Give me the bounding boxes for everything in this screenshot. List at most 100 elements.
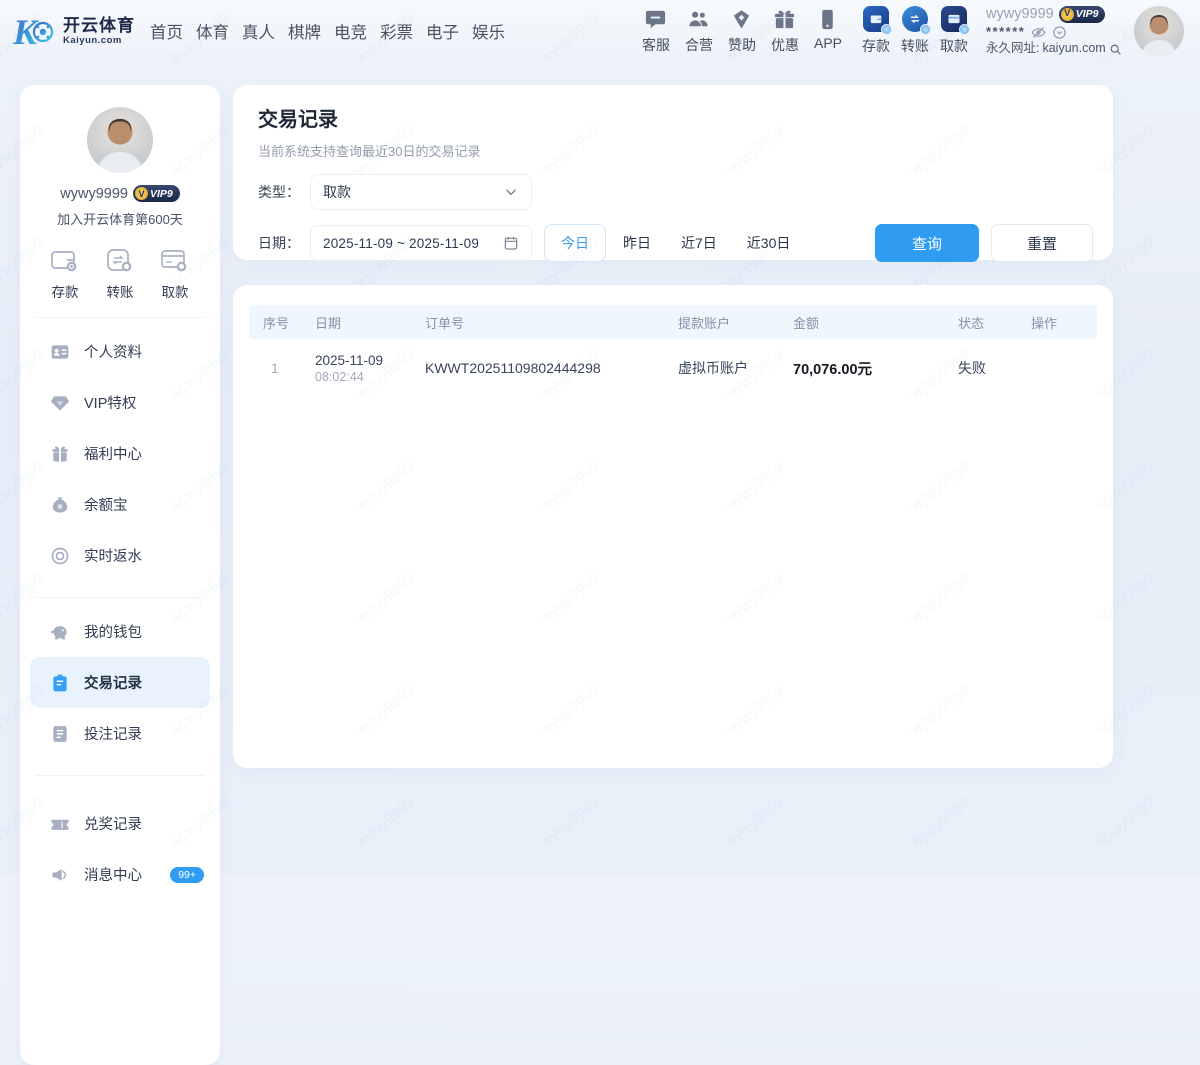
sidebar-item-rebate[interactable]: 实时返水	[20, 530, 220, 581]
vip-badge: V VIP9	[1059, 6, 1106, 23]
nav-chess[interactable]: 棋牌	[288, 19, 321, 43]
col-header-action: 操作	[1017, 313, 1097, 332]
page-title: 交易记录	[258, 103, 1093, 132]
kaiyun-logo-icon: K	[12, 11, 56, 51]
sidebar-item-redeem[interactable]: 兑奖记录	[20, 798, 220, 849]
filter-card: 交易记录 当前系统支持查询最近30日的交易记录 类型： 取款 日期： 2025-…	[233, 85, 1113, 260]
card-outline-icon	[160, 248, 190, 274]
date-range-value: 2025-11-09 ~ 2025-11-09	[323, 236, 503, 251]
id-card-icon	[50, 342, 70, 362]
records-table-card: 序号 日期 订单号 提款账户 金额 状态 操作 1 2025-11-09 08:…	[233, 285, 1113, 768]
range-today-button[interactable]: 今日	[544, 224, 606, 262]
nav-sports[interactable]: 体育	[196, 19, 229, 43]
type-row: 类型： 取款	[258, 174, 1093, 210]
search-button[interactable]: 查询	[875, 224, 979, 262]
promotions-button[interactable]: 优惠	[771, 8, 799, 55]
sidebar-withdraw-button[interactable]: 取款	[160, 248, 190, 301]
gem-icon	[50, 393, 70, 413]
sidebar-item-bets[interactable]: 投注记录	[20, 708, 220, 759]
sidebar-avatar[interactable]	[87, 107, 153, 173]
search-icon[interactable]	[1109, 43, 1122, 56]
sponsor-icon	[730, 8, 753, 31]
nav-live[interactable]: 真人	[242, 19, 275, 43]
nav-slots[interactable]: 电子	[426, 19, 459, 43]
vip-emblem-icon: V	[1061, 8, 1074, 21]
row-date: 2025-11-09 08:02:44	[301, 353, 411, 384]
reset-button[interactable]: 重置	[991, 224, 1093, 262]
service-button[interactable]: 客服	[642, 8, 670, 55]
sidebar-item-transactions[interactable]: 交易记录	[30, 657, 210, 708]
sidebar-quick-actions: 存款 转账 取款	[20, 248, 220, 301]
partners-button[interactable]: 合营	[685, 8, 713, 55]
sponsor-button[interactable]: 赞助	[728, 8, 756, 55]
divider	[36, 317, 204, 318]
transfer-badge-icon	[920, 24, 931, 35]
row-amount: 70,076.00元	[779, 358, 944, 379]
date-row: 日期： 2025-11-09 ~ 2025-11-09 今日 昨日 近7日 近3…	[258, 224, 1093, 262]
withdraw-icon	[941, 6, 967, 32]
row-status: 失败	[944, 358, 1017, 378]
table-header-row: 序号 日期 订单号 提款账户 金额 状态 操作	[249, 305, 1097, 339]
topbar-avatar[interactable]	[1134, 6, 1184, 56]
permanent-url[interactable]: kaiyun.com	[1042, 41, 1105, 57]
divider	[36, 597, 204, 598]
deposit-button[interactable]: 存款	[862, 6, 890, 56]
app-button[interactable]: APP	[814, 8, 842, 55]
swap-outline-icon	[105, 248, 135, 274]
sidebar-item-profile[interactable]: 个人资料	[20, 326, 220, 377]
col-header-date: 日期	[301, 313, 411, 332]
joined-days: 加入开云体育第600天	[20, 209, 220, 228]
sidebar-deposit-button[interactable]: 存款	[50, 248, 80, 301]
sidebar-item-wallet[interactable]: 我的钱包	[20, 606, 220, 657]
phone-icon	[816, 8, 839, 31]
nav-esports[interactable]: 电竞	[334, 19, 367, 43]
sidebar-vip-badge: V VIP9	[133, 185, 180, 202]
logo-domain: Kaiyun.com	[63, 35, 135, 46]
type-label: 类型：	[258, 182, 310, 202]
deposit-icon	[863, 6, 889, 32]
col-header-order: 订单号	[411, 313, 664, 332]
partners-icon	[687, 8, 710, 31]
deposit-badge-icon	[881, 24, 892, 35]
site-logo[interactable]: K 开云体育 Kaiyun.com	[12, 11, 144, 51]
calendar-icon	[503, 235, 519, 251]
gift-icon	[773, 8, 796, 31]
nav-lottery[interactable]: 彩票	[380, 19, 413, 43]
circle-chevron-down-icon[interactable]	[1052, 25, 1067, 40]
topbar-wallet-group: 存款 转账 取款	[862, 6, 968, 56]
sidebar-item-vip[interactable]: VIP特权	[20, 377, 220, 428]
withdraw-badge-icon	[959, 24, 970, 35]
redeem-icon	[50, 814, 70, 834]
transfer-button[interactable]: 转账	[901, 6, 929, 56]
row-account: 虚拟币账户	[664, 358, 779, 378]
piggy-icon	[50, 622, 70, 642]
rebate-icon	[50, 546, 70, 566]
nav-home[interactable]: 首页	[150, 19, 183, 43]
range-7days-button[interactable]: 近7日	[668, 224, 730, 262]
type-select[interactable]: 取款	[310, 174, 532, 210]
range-yesterday-button[interactable]: 昨日	[610, 224, 664, 262]
sidebar-item-yuebao[interactable]: 余额宝	[20, 479, 220, 530]
nav-entertainment[interactable]: 娱乐	[472, 19, 505, 43]
row-no: 1	[249, 360, 301, 376]
message-count-badge: 99+	[170, 867, 204, 883]
eye-off-icon[interactable]	[1031, 25, 1046, 40]
user-block: wywy9999 V VIP9 ****** 永久网址: kaiyun.com	[986, 5, 1124, 57]
date-range-input[interactable]: 2025-11-09 ~ 2025-11-09	[310, 225, 532, 261]
chevron-down-icon	[503, 184, 519, 200]
col-header-no: 序号	[249, 313, 301, 332]
row-order-no: KWWT20251109802444298	[411, 360, 664, 376]
topbar: K 开云体育 Kaiyun.com 首页 体育 真人 棋牌 电竞 彩票 电子 娱…	[0, 0, 1200, 62]
vip-emblem-icon: V	[135, 187, 148, 200]
range-30days-button[interactable]: 近30日	[734, 224, 804, 262]
sidebar-transfer-button[interactable]: 转账	[105, 248, 135, 301]
transactions-icon	[50, 673, 70, 693]
sidebar: wywy9999 V VIP9 加入开云体育第600天 存款 转账	[20, 85, 220, 1065]
col-header-account: 提款账户	[664, 313, 779, 332]
col-header-amount: 金额	[779, 313, 944, 332]
welfare-icon	[50, 444, 70, 464]
sidebar-item-welfare[interactable]: 福利中心	[20, 428, 220, 479]
withdraw-button[interactable]: 取款	[940, 6, 968, 56]
moneybag-icon	[50, 495, 70, 515]
sidebar-item-messages[interactable]: 消息中心 99+	[20, 849, 220, 900]
